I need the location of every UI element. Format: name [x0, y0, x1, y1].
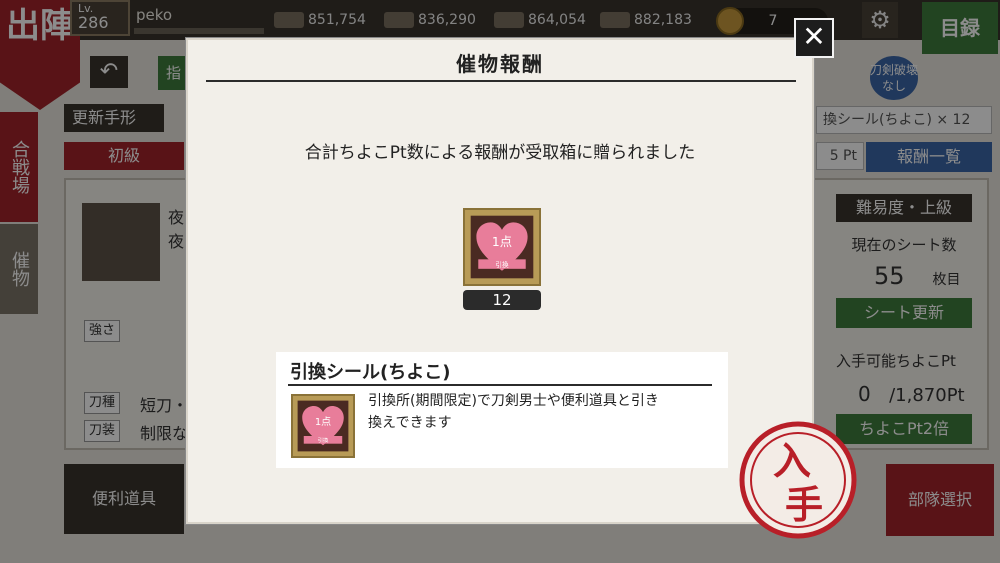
item-description-line-2: 換えできます — [368, 415, 452, 431]
heart-points-text: 1点 — [492, 235, 512, 249]
reward-count: 12 — [463, 290, 541, 310]
reward-modal: 催物報酬 合計ちよこPt数による報酬が受取箱に贈られました 1点 引換 12 引… — [186, 38, 814, 524]
heart-icon: 1点 引換 — [297, 400, 349, 452]
item-description: 引換所(期間限定)で刀剣男士や便利道具と引き 換えできます — [368, 390, 708, 434]
stamp-char-1: 入 — [773, 438, 811, 483]
item-description-line-1: 引換所(期間限定)で刀剣男士や便利道具と引き — [368, 393, 659, 409]
item-info-card: 引換シール(ちよこ) 1点 引換 引換所(期間限定)で刀剣男士や便利道具と引き … — [276, 352, 728, 468]
close-button[interactable]: ✕ — [794, 18, 834, 58]
title-divider — [206, 80, 796, 82]
heart-points-text: 1点 — [315, 416, 331, 428]
reward-item-tile: 1点 引換 — [463, 208, 541, 286]
modal-message: 合計ちよこPt数による報酬が受取箱に贈られました — [304, 143, 696, 163]
close-icon: ✕ — [802, 20, 826, 53]
modal-title: 催物報酬 — [456, 52, 544, 76]
stamp-char-2: 手 — [785, 482, 823, 527]
item-thumbnail: 1点 引換 — [291, 394, 355, 458]
item-name: 引換シール(ちよこ) — [290, 362, 451, 383]
item-divider — [288, 384, 712, 386]
heart-band-text: 引換 — [495, 260, 509, 269]
acquired-stamp: 入 手 — [739, 421, 857, 539]
heart-icon: 1点 引換 — [470, 215, 534, 279]
